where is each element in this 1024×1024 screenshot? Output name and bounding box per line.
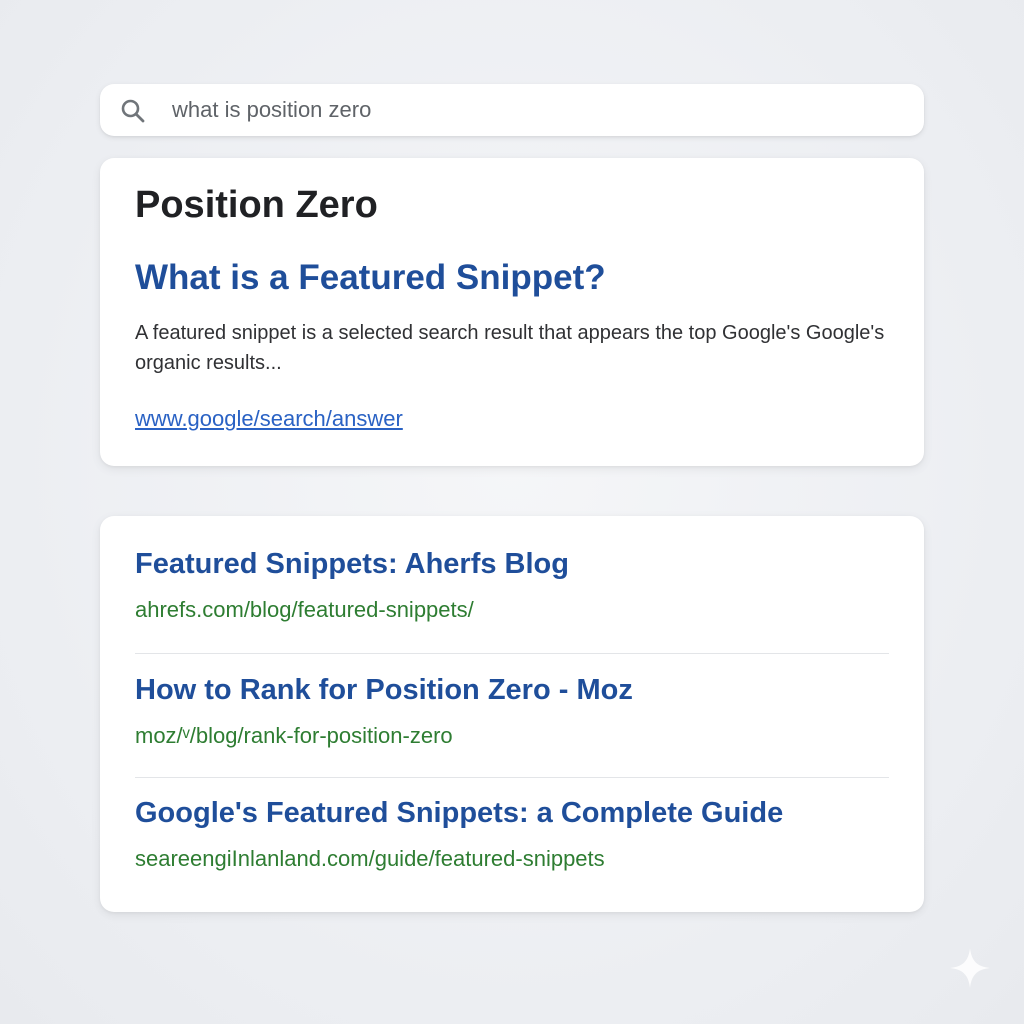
result-url: moz/ᵛ/blog/rank-for-position-zero <box>135 723 453 748</box>
snippet-url-link[interactable]: www.google/search/answer <box>135 406 403 432</box>
result-divider <box>135 777 889 778</box>
search-input[interactable] <box>172 84 892 136</box>
search-bar[interactable] <box>100 84 924 136</box>
search-results-card: Featured Snippets: Aherfs Blog ahrefs.co… <box>100 516 924 912</box>
result-item: How to Rank for Position Zero - Moz moz/… <box>135 674 889 749</box>
snippet-description: A featured snippet is a selected search … <box>135 322 885 374</box>
result-title-link[interactable]: How to Rank for Position Zero - Moz <box>135 674 889 707</box>
snippet-title-link[interactable]: What is a Featured Snippet? <box>135 258 606 298</box>
result-url: ahrefs.com/blog/featured-snippets/ <box>135 597 474 622</box>
featured-snippet-card: Position Zero What is a Featured Snippet… <box>100 158 924 466</box>
result-title-link[interactable]: Featured Snippets: Aherfs Blog <box>135 548 889 581</box>
sparkle-icon <box>950 948 990 988</box>
result-title-link[interactable]: Google's Featured Snippets: a Complete G… <box>135 797 889 830</box>
snippet-heading: Position Zero <box>135 184 378 226</box>
result-url: seareengiInlanland.com/guide/featured-sn… <box>135 846 605 871</box>
search-icon[interactable] <box>120 98 146 124</box>
result-item: Featured Snippets: Aherfs Blog ahrefs.co… <box>135 548 889 623</box>
result-divider <box>135 653 889 654</box>
result-item: Google's Featured Snippets: a Complete G… <box>135 797 889 872</box>
